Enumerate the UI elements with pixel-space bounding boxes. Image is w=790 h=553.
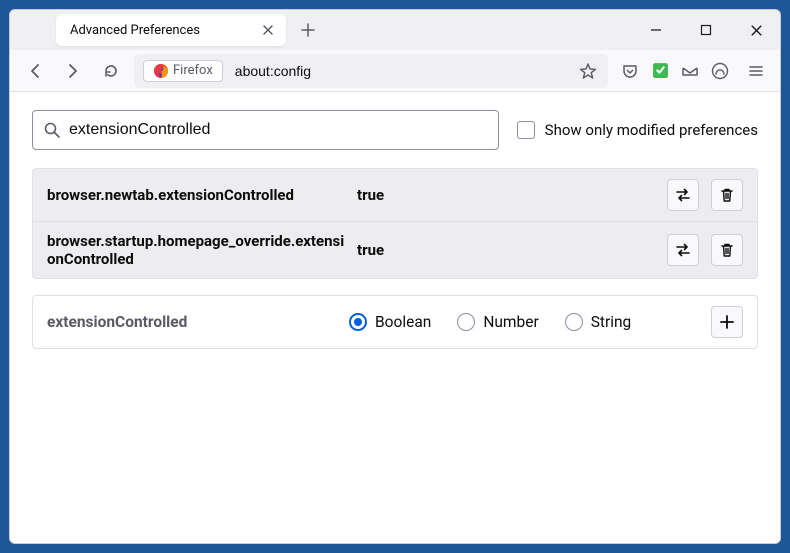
pref-name: browser.newtab.extensionControlled	[47, 186, 347, 204]
trash-icon	[719, 187, 735, 203]
url-input[interactable]	[229, 63, 571, 79]
type-radio-group: Boolean Number String	[349, 313, 699, 331]
radio-boolean[interactable]: Boolean	[349, 313, 431, 331]
pref-row[interactable]: browser.newtab.extensionControlled true	[33, 169, 757, 222]
delete-button[interactable]	[711, 179, 743, 211]
radio-indicator	[349, 313, 367, 331]
url-bar[interactable]: Firefox	[134, 54, 608, 88]
radio-indicator	[457, 313, 475, 331]
trash-icon	[719, 242, 735, 258]
toggle-icon	[674, 241, 692, 259]
toggle-icon	[674, 186, 692, 204]
radio-indicator	[565, 313, 583, 331]
radio-label: Number	[483, 313, 538, 331]
menu-button[interactable]	[742, 57, 770, 85]
pref-value: true	[357, 186, 417, 204]
add-pref-button[interactable]	[711, 306, 743, 338]
bookmark-star-icon[interactable]	[577, 60, 599, 82]
toggle-button[interactable]	[667, 179, 699, 211]
minimize-button[interactable]	[638, 14, 674, 46]
new-pref-name: extensionControlled	[47, 313, 337, 331]
show-only-modified-checkbox[interactable]	[517, 121, 535, 139]
window-controls	[638, 10, 774, 50]
search-row: Show only modified preferences	[32, 110, 758, 150]
radio-string[interactable]: String	[565, 313, 632, 331]
titlebar: Advanced Preferences	[10, 10, 780, 50]
identity-box[interactable]: Firefox	[143, 60, 223, 82]
delete-button[interactable]	[711, 234, 743, 266]
show-only-modified-option[interactable]: Show only modified preferences	[517, 121, 758, 139]
reload-button[interactable]	[96, 56, 126, 86]
search-icon	[43, 121, 61, 139]
browser-tab[interactable]: Advanced Preferences	[56, 14, 286, 46]
plus-icon	[719, 314, 735, 330]
pref-actions	[667, 179, 743, 211]
toolbar-right-icons	[616, 61, 734, 81]
identity-label: Firefox	[173, 63, 213, 78]
extension-icon[interactable]	[650, 61, 670, 81]
inbox-icon[interactable]	[680, 61, 700, 81]
pref-actions	[667, 234, 743, 266]
about-config-page: Show only modified preferences browser.n…	[10, 92, 780, 543]
close-tab-button[interactable]	[258, 20, 278, 40]
pocket-icon[interactable]	[620, 61, 640, 81]
forward-button[interactable]	[58, 56, 88, 86]
show-only-modified-label: Show only modified preferences	[545, 121, 758, 139]
close-window-button[interactable]	[738, 14, 774, 46]
account-icon[interactable]	[710, 61, 730, 81]
radio-number[interactable]: Number	[457, 313, 538, 331]
pref-name: browser.startup.homepage_override.extens…	[47, 232, 347, 268]
navigation-toolbar: Firefox	[10, 50, 780, 92]
pref-row[interactable]: browser.startup.homepage_override.extens…	[33, 222, 757, 278]
radio-label: Boolean	[375, 313, 431, 331]
toggle-button[interactable]	[667, 234, 699, 266]
maximize-button[interactable]	[688, 14, 724, 46]
pref-search-box[interactable]	[32, 110, 499, 150]
firefox-icon	[153, 63, 169, 79]
firefox-window: Advanced Preferences	[9, 9, 781, 544]
tab-title: Advanced Preferences	[70, 23, 258, 38]
new-pref-creator: extensionControlled Boolean Number Strin…	[32, 295, 758, 349]
new-tab-button[interactable]	[294, 16, 322, 44]
radio-label: String	[591, 313, 632, 331]
back-button[interactable]	[20, 56, 50, 86]
pref-search-input[interactable]	[69, 121, 488, 139]
pref-list: browser.newtab.extensionControlled true …	[32, 168, 758, 279]
pref-value: true	[357, 241, 417, 259]
